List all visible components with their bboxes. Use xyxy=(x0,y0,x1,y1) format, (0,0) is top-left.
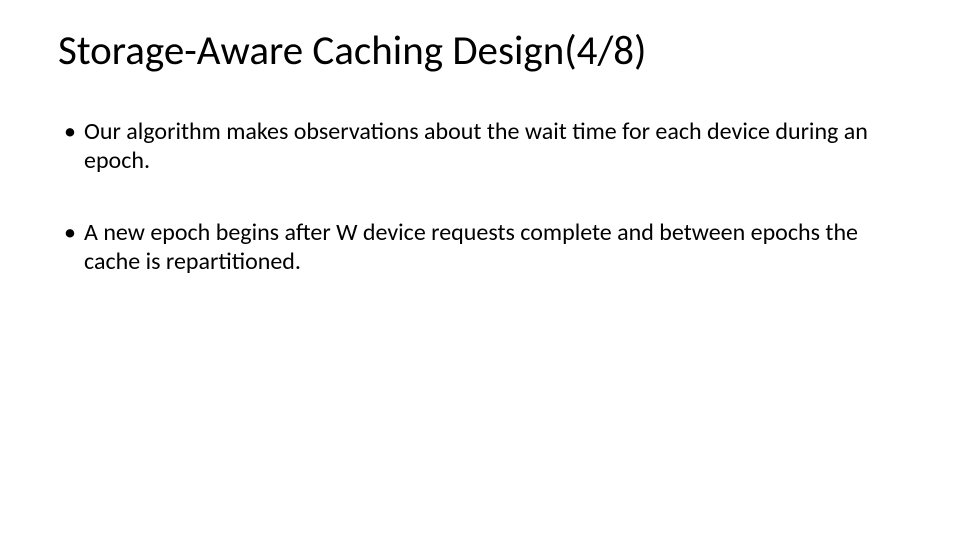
bullet-item: Our algorithm makes observations about t… xyxy=(64,117,902,176)
bullet-item: A new epoch begins after W device reques… xyxy=(64,218,902,277)
bullet-list: Our algorithm makes observations about t… xyxy=(58,117,902,276)
slide: Storage-Aware Caching Design(4/8) Our al… xyxy=(0,0,960,540)
slide-title: Storage-Aware Caching Design(4/8) xyxy=(58,28,902,75)
